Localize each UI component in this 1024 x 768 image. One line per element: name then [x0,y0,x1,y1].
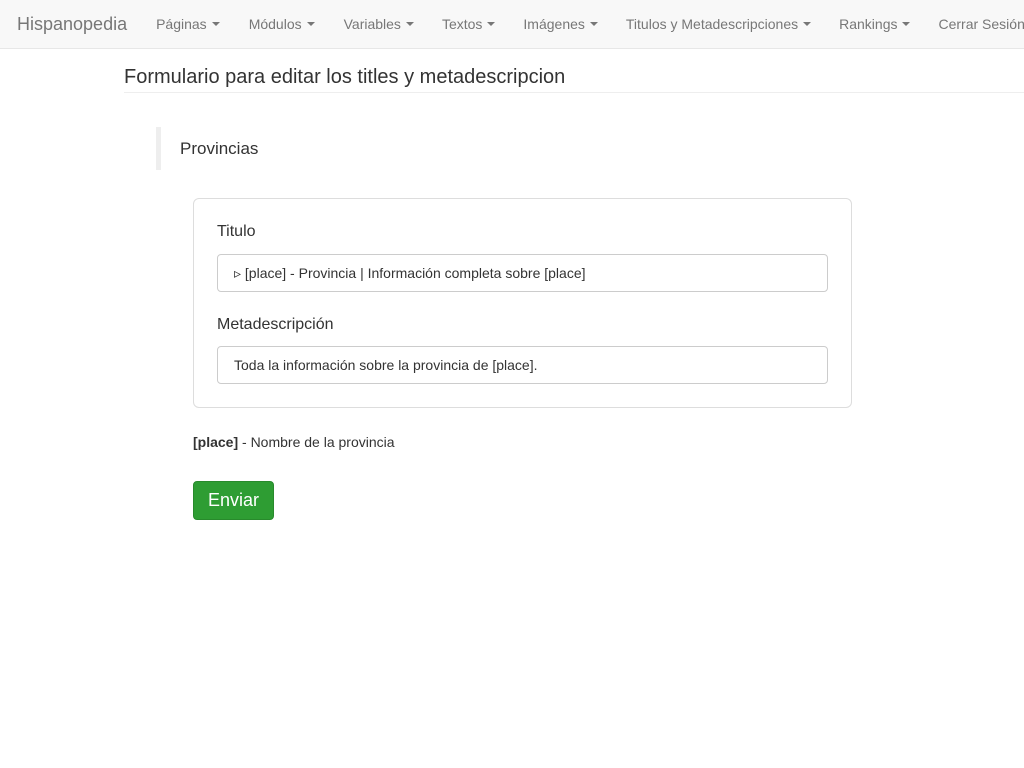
nav-item-label: Imágenes [523,16,585,32]
nav-item-modulos[interactable]: Módulos [234,0,330,48]
nav-item-rankings[interactable]: Rankings [825,0,924,48]
nav-item-label: Módulos [248,16,302,32]
caret-down-icon [902,22,911,26]
nav-item-label: Rankings [839,16,898,32]
caret-down-icon [306,22,315,26]
nav-item-paginas[interactable]: Páginas [143,0,234,48]
caret-down-icon [405,22,414,26]
caret-down-icon [589,22,598,26]
meta-field-label: Metadescripción [217,316,334,333]
form-card: Titulo Metadescripción [193,198,852,408]
title-input[interactable] [217,254,828,292]
page-header: Formulario para editar los titles y meta… [124,66,1024,93]
caret-down-icon [211,22,220,26]
nav-item-variables[interactable]: Variables [330,0,428,48]
submit-button[interactable]: Enviar [193,481,274,520]
page-title: Formulario para editar los titles y meta… [124,66,566,88]
caret-down-icon [487,22,496,26]
section-title: Provincias [180,138,259,158]
nav-item-label: Páginas [156,16,207,32]
title-field-label: Titulo [217,223,256,240]
brand-link[interactable]: Hispanopedia [0,14,143,35]
nav-item-textos[interactable]: Textos [428,0,509,48]
metadescription-input[interactable] [217,346,828,384]
nav-item-label: Titulos y Metadescripciones [625,16,799,32]
nav-item-label: Cerrar Sesión [938,16,1024,32]
caret-down-icon [803,22,812,26]
nav-menu: Páginas Módulos Variables Textos Imágene… [143,0,1024,48]
nav-item-imagenes[interactable]: Imágenes [509,0,611,48]
section-blockquote: Provincias [156,127,556,170]
nav-item-label: Variables [343,16,401,32]
placeholder-key: [place] [193,434,239,450]
top-navbar: Hispanopedia Páginas Módulos Variables T… [0,0,1024,49]
nav-item-cerrar-sesion[interactable]: Cerrar Sesión [924,0,1024,48]
placeholder-description: - Nombre de la provincia [238,434,395,450]
nav-item-label: Textos [441,16,483,32]
nav-item-titulos-metadescripciones[interactable]: Titulos y Metadescripciones [612,0,825,48]
placeholder-help-text: [place] - Nombre de la provincia [193,434,395,450]
